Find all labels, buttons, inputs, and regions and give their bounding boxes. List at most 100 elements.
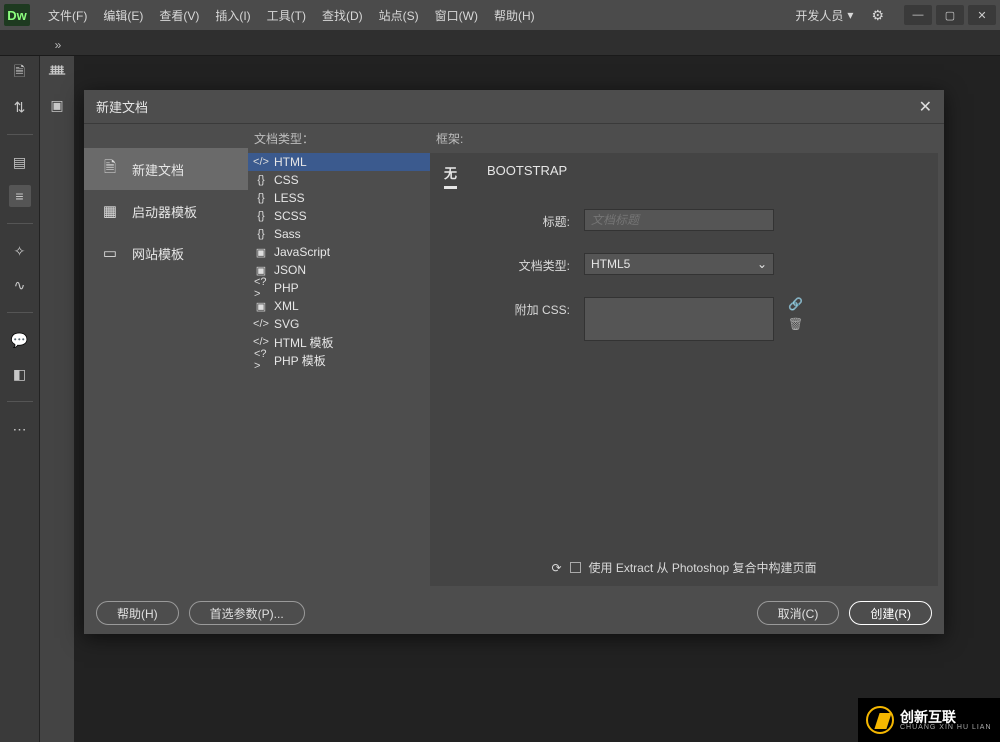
braces-icon: {} xyxy=(254,191,268,205)
doc-type-column: 文档类型： </>HTML {}CSS {}LESS {}SCSS {}Sass… xyxy=(248,124,430,592)
dialog-title: 新建文档 xyxy=(96,97,148,116)
window-close-button[interactable]: ✕ xyxy=(968,5,996,25)
doctype-value: HTML5 xyxy=(591,257,630,271)
app-logo-dw: Dw xyxy=(4,4,30,26)
panel-icon[interactable]: ◧ xyxy=(9,363,31,385)
json-icon: ▣ xyxy=(254,263,268,277)
braces-icon: {} xyxy=(254,209,268,223)
framework-panel: 无 BOOTSTRAP 标题: 文档类型: HTML5 ⌄ xyxy=(430,153,938,586)
doc-type-php-template[interactable]: <?>PHP 模板 xyxy=(248,351,430,369)
doctype-select[interactable]: HTML5 ⌄ xyxy=(584,253,774,275)
menu-find[interactable]: 查找(D) xyxy=(314,7,371,24)
link-css-icon[interactable]: 🔗 xyxy=(788,297,803,311)
doc-type-xml[interactable]: ▣XML xyxy=(248,297,430,315)
server-icon[interactable]: ▤ xyxy=(9,151,31,173)
delete-css-icon[interactable]: 🗑 xyxy=(788,317,803,331)
tab-overflow[interactable]: » xyxy=(44,35,72,55)
dialog-header: 新建文档 ✕ xyxy=(84,90,944,124)
category-site-templates[interactable]: ▭ 网站模板 xyxy=(84,232,248,274)
doc-type-svg[interactable]: </>SVG xyxy=(248,315,430,333)
category-starter-templates[interactable]: ▦ 启动器模板 xyxy=(84,190,248,232)
menu-help[interactable]: 帮助(H) xyxy=(486,7,543,24)
attached-css-list[interactable] xyxy=(584,297,774,341)
link-icon[interactable]: ∿ xyxy=(9,274,31,296)
doc-type-scss[interactable]: {}SCSS xyxy=(248,207,430,225)
swap-icon[interactable]: ⇅ xyxy=(9,96,31,118)
document-tab-bar: » xyxy=(0,30,1000,56)
code-icon: <?> xyxy=(254,281,268,295)
js-icon: ▣ xyxy=(254,245,268,259)
doctype-label: 文档类型: xyxy=(510,253,570,274)
left-tool-rail: 🗎 ⇅ ▤ ≡ ✧ ∿ 💬 ◧ ⋯ xyxy=(0,56,40,742)
menu-window[interactable]: 窗口(W) xyxy=(427,7,486,24)
frame-tab-none[interactable]: 无 xyxy=(444,163,457,189)
doc-type-html-template[interactable]: </>HTML 模板 xyxy=(248,333,430,351)
more-icon[interactable]: ⋯ xyxy=(9,418,31,440)
chevron-down-icon: ⌄ xyxy=(757,257,767,271)
snippet-icon[interactable]: ▣ xyxy=(46,94,68,116)
framework-header: 框架: xyxy=(430,126,944,153)
xml-icon: ▣ xyxy=(254,299,268,313)
braces-icon: {} xyxy=(254,173,268,187)
braces-icon: {} xyxy=(254,227,268,241)
extract-checkbox[interactable] xyxy=(570,562,581,573)
doc-type-html[interactable]: </>HTML xyxy=(248,153,430,171)
category-label: 新建文档 xyxy=(132,160,184,179)
watermark-icon xyxy=(866,706,894,734)
frame-tab-bootstrap[interactable]: BOOTSTRAP xyxy=(487,163,567,189)
cancel-button[interactable]: 取消(C) xyxy=(757,601,840,625)
workspace-developer-button[interactable]: 开发人员 ▾ xyxy=(789,7,859,24)
window-minimize-button[interactable]: — xyxy=(904,5,932,25)
prefs-button[interactable]: 首选参数(P)... xyxy=(189,601,305,625)
watermark-text: 创新互联 xyxy=(900,710,992,724)
create-button[interactable]: 创建(R) xyxy=(849,601,932,625)
file-icon[interactable]: 🗎 xyxy=(9,62,31,84)
menu-file[interactable]: 文件(F) xyxy=(40,7,95,24)
doc-type-sass[interactable]: {}Sass xyxy=(248,225,430,243)
menu-tools[interactable]: 工具(T) xyxy=(259,7,314,24)
menu-edit[interactable]: 编辑(E) xyxy=(95,7,151,24)
watermark-sub: CHUANG XIN HU LIAN xyxy=(900,724,992,731)
code-icon: <?> xyxy=(254,353,268,367)
menu-site[interactable]: 站点(S) xyxy=(371,7,427,24)
second-tool-rail: ᚙ ▣ xyxy=(40,56,74,742)
extract-icon: ⟳ xyxy=(551,561,561,575)
category-label: 网站模板 xyxy=(132,244,184,263)
title-input[interactable] xyxy=(584,209,774,231)
workspace-label: 开发人员 xyxy=(795,7,843,24)
doc-type-less[interactable]: {}LESS xyxy=(248,189,430,207)
list-icon[interactable]: ≡ xyxy=(9,185,31,207)
cluster-icon[interactable]: ᚙ xyxy=(46,62,68,84)
extract-label: 使用 Extract 从 Photoshop 复合中构建页面 xyxy=(589,559,817,576)
doc-type-json[interactable]: ▣JSON xyxy=(248,261,430,279)
dialog-footer: 帮助(H) 首选参数(P)... 取消(C) 创建(R) xyxy=(84,592,944,634)
title-label: 标题: xyxy=(510,209,570,230)
menu-view[interactable]: 查看(V) xyxy=(151,7,207,24)
grid-icon: ▦ xyxy=(100,201,120,221)
new-document-dialog: 新建文档 ✕ 🗎 新建文档 ▦ 启动器模板 ▭ 网站模板 文档类型： </>HT… xyxy=(84,90,944,634)
extract-row: ⟳ 使用 Extract 从 Photoshop 复合中构建页面 xyxy=(430,559,938,576)
comment-icon[interactable]: 💬 xyxy=(9,329,31,351)
doc-type-javascript[interactable]: ▣JavaScript xyxy=(248,243,430,261)
window-maximize-button[interactable]: ▢ xyxy=(936,5,964,25)
watermark: 创新互联 CHUANG XIN HU LIAN xyxy=(858,698,1000,742)
sync-settings-icon[interactable]: ⚙ xyxy=(871,7,884,24)
framework-column: 框架: 无 BOOTSTRAP 标题: 文档类型: HTML5 ⌄ xyxy=(430,124,944,592)
doc-type-header: 文档类型： xyxy=(248,126,430,153)
wand-icon[interactable]: ✧ xyxy=(9,240,31,262)
site-icon: ▭ xyxy=(100,243,120,263)
code-icon: </> xyxy=(254,335,268,349)
document-icon: 🗎 xyxy=(100,159,120,179)
doc-type-php[interactable]: <?>PHP xyxy=(248,279,430,297)
code-icon: </> xyxy=(254,155,268,169)
category-label: 启动器模板 xyxy=(132,202,197,221)
category-new-document[interactable]: 🗎 新建文档 xyxy=(84,148,248,190)
dialog-close-icon[interactable]: ✕ xyxy=(919,97,932,117)
menu-insert[interactable]: 插入(I) xyxy=(207,7,258,24)
help-button[interactable]: 帮助(H) xyxy=(96,601,179,625)
category-column: 🗎 新建文档 ▦ 启动器模板 ▭ 网站模板 xyxy=(84,124,248,592)
code-icon: </> xyxy=(254,317,268,331)
chevron-down-icon: ▾ xyxy=(847,8,853,22)
css-label: 附加 CSS: xyxy=(510,297,570,318)
doc-type-css[interactable]: {}CSS xyxy=(248,171,430,189)
